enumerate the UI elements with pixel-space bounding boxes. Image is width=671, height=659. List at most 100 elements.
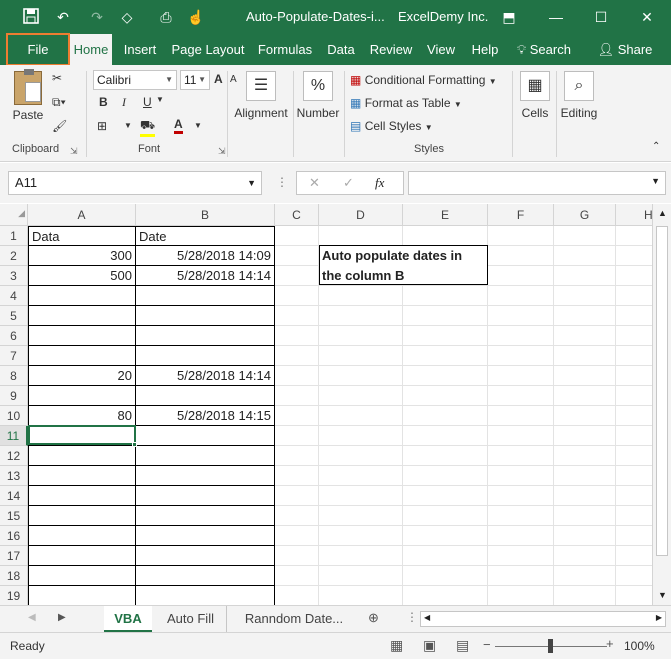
cell-a9[interactable]	[28, 386, 136, 406]
row-header-16[interactable]: 16	[0, 526, 28, 546]
cell-a8[interactable]: 20	[28, 366, 136, 386]
cell-b7[interactable]	[136, 346, 275, 366]
cell-b14[interactable]	[136, 486, 275, 506]
font-size-dropdown[interactable]: 11 ▼	[180, 70, 210, 90]
row-header-7[interactable]: 7	[0, 346, 28, 366]
vertical-scrollbar[interactable]: ▲ ▼	[652, 204, 671, 605]
tab-insert[interactable]: Insert	[118, 34, 162, 65]
scroll-tabs-left-icon[interactable]: ◀	[28, 612, 36, 623]
row-header-14[interactable]: 14	[0, 486, 28, 506]
horizontal-scrollbar[interactable]: ◀ ▶	[420, 611, 666, 627]
clipboard-launcher-icon[interactable]: ⇲	[70, 146, 78, 157]
select-all-corner[interactable]: ◢	[0, 204, 28, 226]
expand-formula-icon[interactable]: ▼	[651, 176, 660, 186]
editing-button[interactable]: ⌕ Editing	[558, 71, 600, 120]
zoom-level[interactable]: 100%	[624, 639, 655, 653]
close-icon[interactable]: ✕	[636, 6, 658, 28]
cell-a13[interactable]	[28, 466, 136, 486]
row-header-3[interactable]: 3	[0, 266, 28, 286]
number-format-button[interactable]: % Number	[295, 71, 341, 120]
cell-a4[interactable]	[28, 286, 136, 306]
borders-icon[interactable]: ⊞	[97, 119, 107, 133]
column-header-c[interactable]: C	[275, 204, 319, 226]
scroll-left-icon[interactable]: ◀	[424, 613, 430, 622]
cell-a19[interactable]	[28, 586, 136, 605]
sheet-tab-auto-fill[interactable]: Auto Fill	[155, 606, 227, 632]
scroll-tabs-right-icon[interactable]: ▶	[58, 612, 66, 623]
cell-b13[interactable]	[136, 466, 275, 486]
row-header-6[interactable]: 6	[0, 326, 28, 346]
scroll-thumb[interactable]	[656, 226, 668, 556]
name-box[interactable]: A11 ▼	[8, 171, 262, 195]
tab-home[interactable]: Home	[70, 34, 112, 65]
format-as-table-button[interactable]: ▦ Format as Table ▼	[350, 96, 462, 110]
scroll-right-icon[interactable]: ▶	[656, 613, 662, 622]
row-header-4[interactable]: 4	[0, 286, 28, 306]
cell-a3[interactable]: 500	[28, 266, 136, 286]
cell-styles-button[interactable]: ▤ Cell Styles ▼	[350, 119, 433, 133]
column-header-h[interactable]: H	[616, 204, 652, 226]
row-header-2[interactable]: 2	[0, 246, 28, 266]
cell-b2[interactable]: 5/28/2018 14:09	[136, 246, 275, 266]
cell-a10[interactable]: 80	[28, 406, 136, 426]
column-header-e[interactable]: E	[403, 204, 488, 226]
paste-button[interactable]: Paste	[10, 69, 46, 122]
cell-b19[interactable]	[136, 586, 275, 605]
row-header-12[interactable]: 12	[0, 446, 28, 466]
row-header-17[interactable]: 17	[0, 546, 28, 566]
cell-a2[interactable]: 300	[28, 246, 136, 266]
share-button[interactable]: 👤︎ Share	[594, 34, 656, 65]
cell-a14[interactable]	[28, 486, 136, 506]
tab-review[interactable]: Review	[367, 34, 415, 65]
zoom-out-icon[interactable]: −	[483, 637, 491, 652]
zoom-slider-thumb[interactable]	[548, 639, 553, 653]
cut-icon[interactable]: ✂	[52, 71, 62, 85]
cell-b3[interactable]: 5/28/2018 14:14	[136, 266, 275, 286]
sheet-tab-random-dates[interactable]: Ranndom Date...	[230, 606, 358, 632]
column-header-g[interactable]: G	[554, 204, 616, 226]
row-header-13[interactable]: 13	[0, 466, 28, 486]
conditional-formatting-button[interactable]: ▦ Conditional Formatting ▼	[350, 73, 497, 87]
cell-a12[interactable]	[28, 446, 136, 466]
alignment-button[interactable]: ☰ Alignment	[231, 71, 291, 120]
cell-b11[interactable]	[136, 426, 275, 446]
tab-split-icon[interactable]: ⋮	[406, 610, 418, 624]
tab-view[interactable]: View	[423, 34, 459, 65]
cell-b5[interactable]	[136, 306, 275, 326]
print-preview-icon[interactable]: ⎙	[157, 8, 175, 26]
cell-a18[interactable]	[28, 566, 136, 586]
search-button[interactable]: 💡︎ Search	[514, 34, 574, 65]
enter-icon[interactable]: ✓	[343, 175, 354, 191]
selected-cell-outline[interactable]	[28, 425, 136, 445]
cancel-icon[interactable]: ✕	[309, 175, 320, 191]
save-icon[interactable]	[22, 8, 40, 26]
tab-data[interactable]: Data	[323, 34, 359, 65]
worksheet-grid[interactable]: ◢ A B C D E F G H 1 Data Date 2 300 5/28/2018…	[0, 204, 652, 605]
cell-b1[interactable]: Date	[136, 226, 275, 246]
collapse-ribbon-icon[interactable]: ⌃	[652, 141, 660, 152]
borders-chevron-icon[interactable]: ▼	[124, 121, 132, 130]
row-header-18[interactable]: 18	[0, 566, 28, 586]
normal-view-icon[interactable]: ▦	[390, 637, 403, 654]
cell-b6[interactable]	[136, 326, 275, 346]
cell-b4[interactable]	[136, 286, 275, 306]
row-header-8[interactable]: 8	[0, 366, 28, 386]
ribbon-display-icon[interactable]: ⬒	[498, 6, 520, 28]
cell-a5[interactable]	[28, 306, 136, 326]
touch-mode-icon[interactable]: ◇	[118, 8, 136, 26]
page-break-view-icon[interactable]: ▤	[456, 637, 469, 654]
column-header-a[interactable]: A	[28, 204, 136, 226]
font-launcher-icon[interactable]: ⇲	[218, 146, 226, 157]
format-painter-icon[interactable]: 🖌︎	[52, 119, 67, 133]
cell-a16[interactable]	[28, 526, 136, 546]
cells-button[interactable]: ▦ Cells	[516, 71, 554, 120]
cell-b16[interactable]	[136, 526, 275, 546]
column-header-d[interactable]: D	[319, 204, 403, 226]
formula-input[interactable]: ▼	[408, 171, 666, 195]
copy-icon[interactable]: ⧉▾	[52, 95, 66, 110]
font-color-button[interactable]: A	[174, 117, 183, 134]
tab-formulas[interactable]: Formulas	[254, 34, 316, 65]
tab-page-layout[interactable]: Page Layout	[170, 34, 246, 65]
row-header-5[interactable]: 5	[0, 306, 28, 326]
row-header-11[interactable]: 11	[0, 426, 28, 446]
